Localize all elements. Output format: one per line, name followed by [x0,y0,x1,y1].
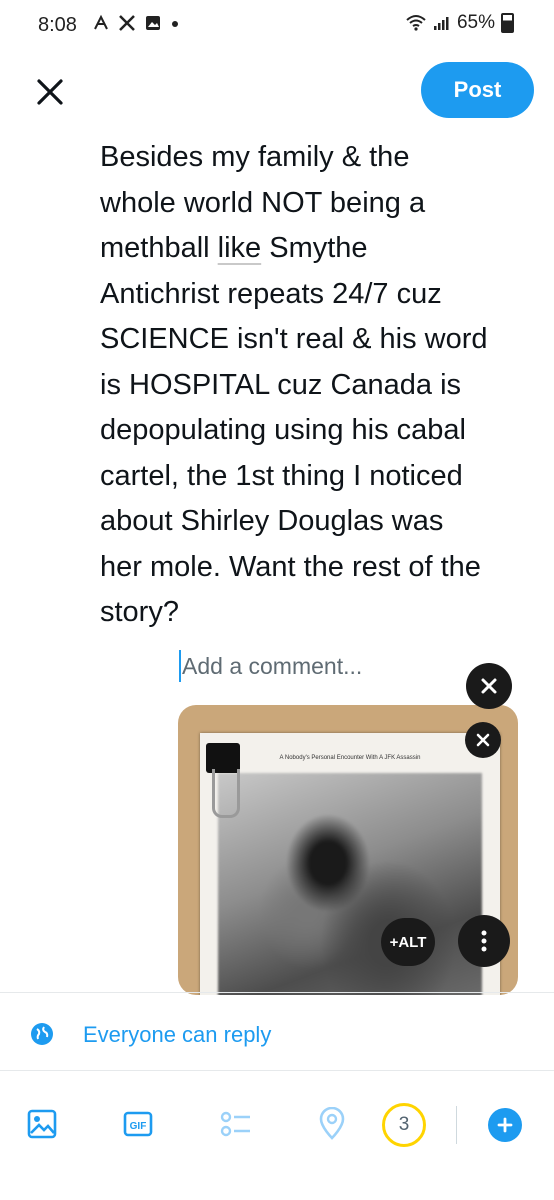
wifi-icon [406,15,426,31]
reply-setting-button[interactable]: Everyone can reply [83,1022,271,1048]
portrait-photo [218,773,482,995]
spell-suggestion[interactable]: like [218,232,262,264]
location-pin-icon [319,1107,345,1140]
comment-input[interactable] [182,648,432,684]
dot-icon [172,21,178,27]
plus-icon [497,1117,513,1133]
tweet-line: depopulating using his cabal [100,414,466,446]
tweet-line: methball like Smythe [100,226,540,272]
more-vertical-icon [481,930,487,952]
tweet-line: about Shirley Douglas was [100,505,444,537]
svg-text:GIF: GIF [130,1121,147,1132]
tweet-line: Antichrist repeats 24/7 cuz [100,277,442,310]
post-button[interactable]: Post [421,62,534,118]
divider [0,1070,554,1071]
paper-photo: A Nobody's Personal Encounter With A JFK… [200,733,500,995]
status-time: 8:08 [38,14,77,36]
status-system-icons: 65% [405,12,514,34]
close-icon [476,733,490,747]
globe-icon [31,1023,53,1045]
tweet-line: her mole. Want the rest of the [100,550,481,583]
toolbar-separator [456,1106,457,1144]
tweet-line: SCIENCE isn't real & his word [100,323,488,355]
tweet-line: whole world NOT being a [100,186,426,219]
tweet-segment: methball [100,232,218,264]
tweet-line: cartel, the 1st thing I noticed [100,459,463,492]
status-bar: 8:08 65% [0,0,554,52]
add-poll-button[interactable] [218,1106,254,1142]
divider [0,992,554,993]
close-button[interactable] [30,72,70,112]
status-notification-icons [92,14,180,32]
close-icon [481,678,497,694]
remove-media-button-secondary[interactable] [465,722,501,758]
x-logo-icon [119,15,135,31]
gallery-icon [146,16,160,30]
text-cursor [179,650,181,682]
tweet-segment: Smythe [261,232,368,264]
tweet-line: story? [100,596,179,628]
media-more-button[interactable] [458,915,510,967]
add-photo-button[interactable] [24,1106,60,1142]
signal-icon [433,17,449,30]
add-location-button[interactable] [314,1106,350,1142]
paper-title: A Nobody's Personal Encounter With A JFK… [279,755,421,761]
close-icon [37,79,63,105]
poll-list-icon [220,1111,250,1137]
binder-clip-wire [212,769,240,818]
character-counter: 3 [382,1103,426,1147]
image-icon [27,1109,57,1139]
battery-icon [501,13,514,33]
remove-media-button[interactable] [466,663,512,709]
tweet-text[interactable]: Besides my family & the whole world NOT … [100,135,540,636]
tweet-line: Besides my family & the [100,141,410,173]
alt-text-button[interactable]: +ALT [381,918,435,966]
battery-percent: 65% [456,12,495,33]
app-notification-icon [94,14,108,30]
add-thread-button[interactable] [488,1108,522,1142]
gif-icon: GIF [123,1111,153,1137]
add-gif-button[interactable]: GIF [120,1106,156,1142]
tweet-line: is HOSPITAL cuz Canada is [100,368,462,401]
keyboard-edge [0,1188,554,1200]
